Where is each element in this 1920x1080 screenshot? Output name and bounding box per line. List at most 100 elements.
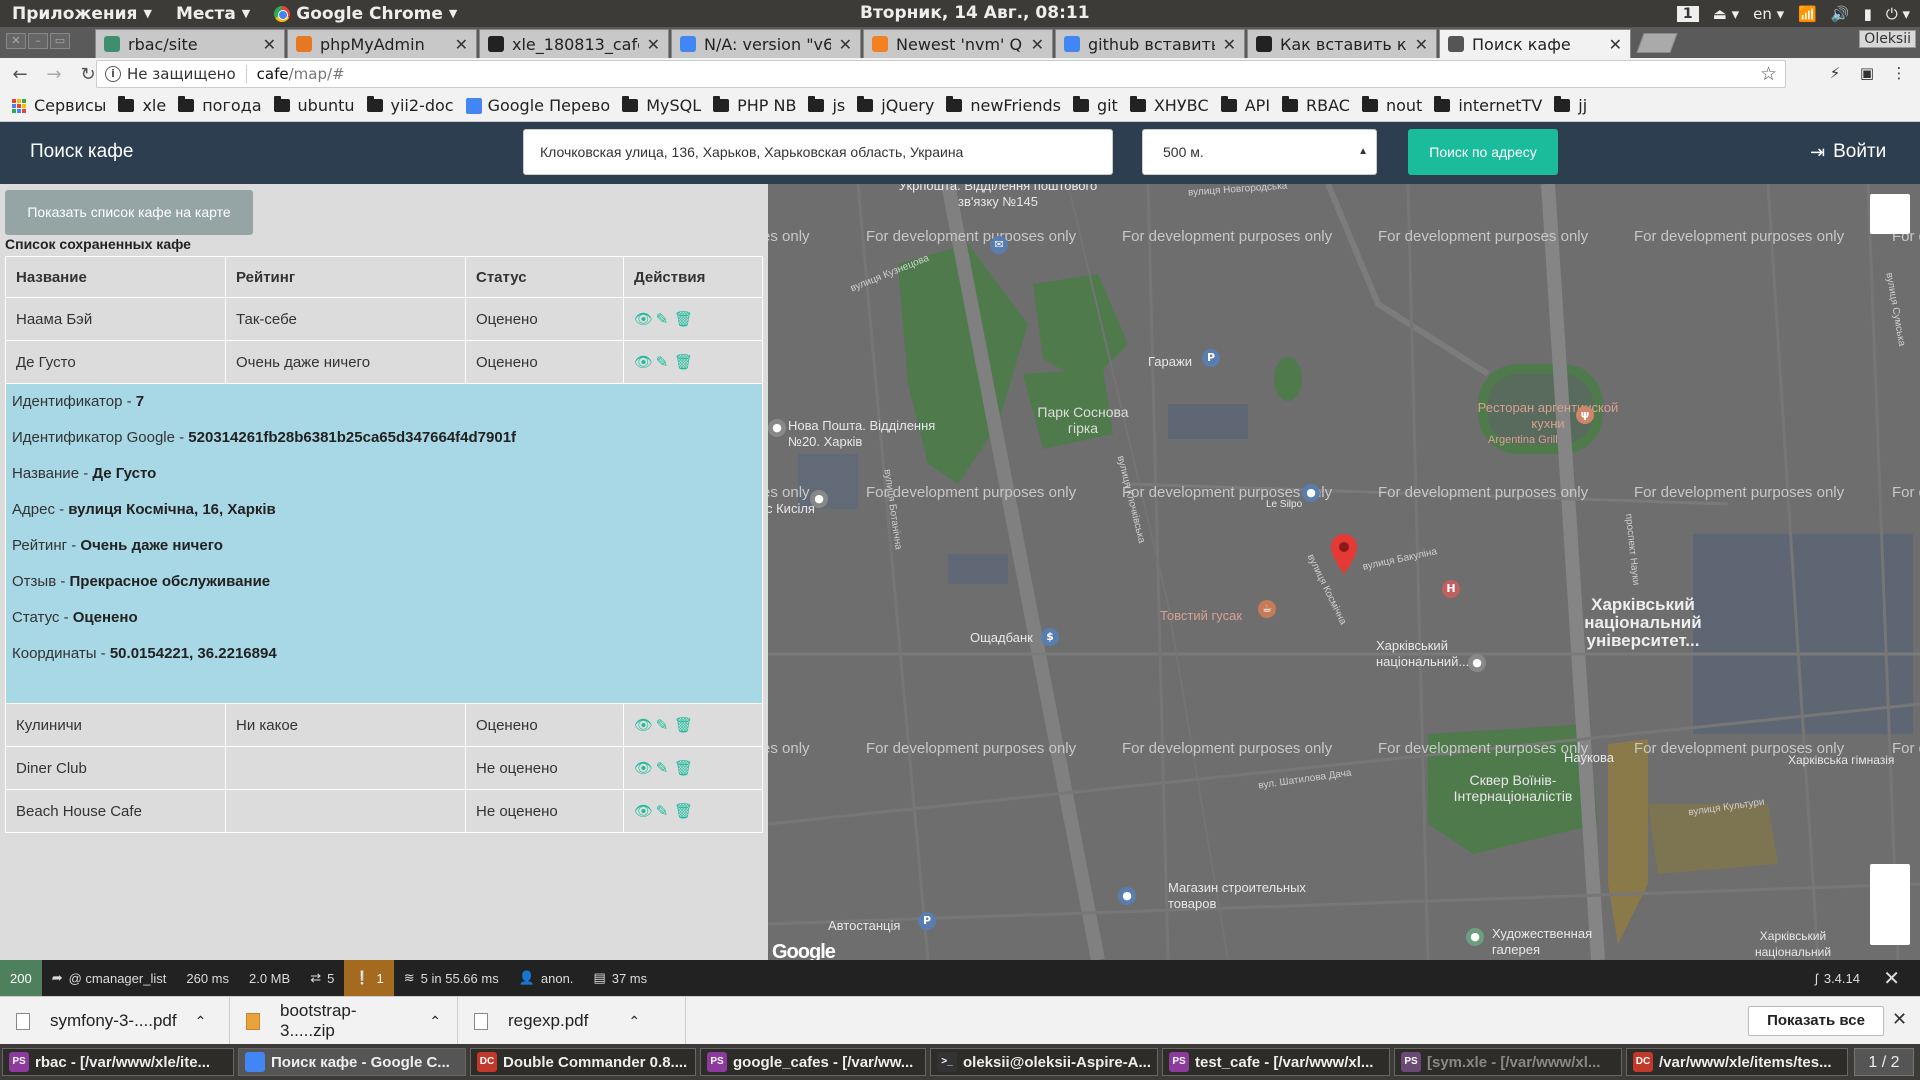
bookmark-folder[interactable]: PHP NB — [713, 96, 796, 115]
close-window-icon[interactable]: ✕ — [6, 33, 26, 49]
bank-icon[interactable]: $ — [1041, 628, 1059, 646]
bookmark-folder[interactable]: ХНУВС — [1129, 96, 1209, 115]
bookmark-star-icon[interactable]: ☆ — [1760, 63, 1777, 85]
forward-arrow-icon[interactable]: → — [40, 64, 68, 85]
delete-trash-icon[interactable]: 🗑 — [674, 759, 693, 777]
chevron-up-icon[interactable]: ⌃ — [195, 1013, 207, 1030]
bookmark-folder[interactable]: jj — [1554, 96, 1587, 115]
browser-tab[interactable]: rbac/site ✕ — [95, 29, 285, 58]
post-office-icon[interactable]: ✉ — [990, 236, 1008, 254]
taskbar-window-button[interactable]: PS rbac - [/var/www/xle/ite... — [2, 1048, 234, 1076]
workspace-indicator[interactable]: 1 — [1676, 5, 1699, 22]
twig-info[interactable]: ▤ 37 ms — [583, 960, 657, 996]
bookmark-folder[interactable]: yii2-doc — [366, 96, 454, 115]
battery-icon[interactable]: ▮ — [1864, 5, 1872, 23]
taskbar-window-button[interactable]: DC/var/www/xle/items/tes... — [1626, 1048, 1848, 1076]
bookmark-folder[interactable]: xle — [118, 96, 166, 115]
taskbar-window-button[interactable]: PS [sym.xle - [/var/www/xl... — [1394, 1048, 1622, 1076]
table-row[interactable]: Де Густо Очень даже ничего Оценено 👁 ✎ 🗑 — [5, 340, 763, 384]
kebab-menu-icon[interactable]: ⋮ — [1890, 64, 1908, 82]
bookmark-folder[interactable]: js — [808, 96, 845, 115]
delete-trash-icon[interactable]: 🗑 — [674, 310, 693, 328]
tab-close-icon[interactable]: ✕ — [263, 35, 276, 54]
table-row[interactable]: Beach House Cafe Не оценено 👁 ✎ 🗑 — [5, 789, 763, 833]
delete-trash-icon[interactable]: 🗑 — [674, 353, 693, 371]
bookmark-folder[interactable]: newFriends — [946, 96, 1061, 115]
view-eye-icon[interactable]: 👁 — [634, 310, 653, 328]
view-eye-icon[interactable]: 👁 — [634, 353, 653, 371]
bookmark-folder[interactable]: API — [1220, 96, 1270, 115]
volume-icon[interactable]: 🔊 — [1831, 5, 1850, 23]
table-row[interactable]: Кулиничи Ни какое Оценено 👁 ✎ 🗑 — [5, 703, 763, 747]
edit-pencil-icon[interactable]: ✎ — [654, 716, 670, 734]
user-info[interactable]: 👤 anon. — [509, 960, 584, 996]
browser-tab[interactable]: phpMyAdmin ✕ — [287, 29, 477, 58]
bookmark-folder[interactable]: RBAC — [1282, 96, 1350, 115]
google-map[interactable]: es only For development purposes only Fo… — [768, 184, 1920, 960]
browser-tab[interactable]: Как вставить карт ✕ — [1247, 29, 1437, 58]
taskbar-window-button[interactable]: Поиск кафе - Google C... — [238, 1048, 466, 1076]
selected-cafe-marker[interactable] — [1331, 534, 1357, 574]
login-link[interactable]: ⇥ Войти — [1810, 141, 1886, 163]
keyboard-layout[interactable]: en ▾ — [1753, 5, 1784, 23]
close-icon[interactable]: ✕ — [1892, 1009, 1907, 1030]
tab-close-icon[interactable]: ✕ — [1223, 35, 1236, 54]
browser-tab[interactable]: Newest 'nvm' Que ✕ — [863, 29, 1053, 58]
location-pin-icon[interactable]: ● — [768, 419, 786, 437]
view-eye-icon[interactable]: 👁 — [634, 716, 653, 734]
bookmark-folder[interactable]: MySQL — [622, 96, 701, 115]
university-icon[interactable]: ● — [1468, 654, 1486, 672]
edit-pencil-icon[interactable]: ✎ — [654, 759, 670, 777]
taskbar-window-button[interactable]: PS google_cafes - [/var/ww... — [700, 1048, 926, 1076]
tab-close-icon[interactable]: ✕ — [1415, 35, 1428, 54]
info-icon[interactable]: i — [105, 66, 121, 82]
download-item[interactable]: regexp.pdf ⌃ — [458, 997, 686, 1045]
memory-usage[interactable]: 2.0 MB — [239, 960, 300, 996]
radius-select[interactable]: 500 м. ▲ — [1142, 129, 1377, 175]
maximize-window-icon[interactable]: ▭ — [50, 33, 70, 49]
tab-close-icon[interactable]: ✕ — [1609, 35, 1622, 54]
browser-tab[interactable]: xle_180813_cafe/f ✕ — [479, 29, 669, 58]
fullscreen-button[interactable] — [1870, 194, 1910, 234]
chevron-up-icon[interactable]: ⌃ — [628, 1013, 640, 1030]
forms-info[interactable]: ⇄ 5 — [300, 960, 344, 996]
parking-icon[interactable]: P — [1202, 349, 1220, 367]
browser-tab[interactable]: Поиск кафе ✕ — [1439, 29, 1631, 58]
extension-icon-2[interactable]: ▣ — [1858, 64, 1876, 82]
site-brand[interactable]: Поиск кафе — [30, 141, 133, 163]
eject-icon[interactable]: ⏏ ▾ — [1713, 5, 1739, 23]
power-icon[interactable]: ⏻ ▾ — [1886, 5, 1910, 23]
taskbar-window-button[interactable]: >_ oleksii@oleksii-Aspire-A... — [930, 1048, 1158, 1076]
workspace-pager[interactable]: 1 / 2 — [1854, 1048, 1914, 1076]
system-clock[interactable]: Вторник, 14 Авг., 08:11 — [860, 0, 1090, 27]
edit-pencil-icon[interactable]: ✎ — [654, 353, 670, 371]
bookmark-folder[interactable]: ubuntu — [273, 96, 355, 115]
browser-tab[interactable]: N/A: version "v6.0 ✕ — [671, 29, 861, 58]
bookmark-apps[interactable]: Сервисы — [12, 96, 106, 115]
tab-close-icon[interactable]: ✕ — [647, 35, 660, 54]
search-by-address-button[interactable]: Поиск по адресу — [1408, 129, 1558, 175]
address-bar[interactable]: i Не защищено cafe/map/# ☆ — [96, 60, 1786, 88]
status-code-badge[interactable]: 200 — [0, 960, 42, 996]
parking-icon-2[interactable]: P — [918, 912, 936, 930]
hospital-icon[interactable]: H — [1442, 580, 1460, 598]
taskbar-window-button[interactable]: DC Double Commander 0.8.... — [470, 1048, 696, 1076]
taskbar-window-button[interactable]: PS test_cafe - [/var/www/xl... — [1162, 1048, 1390, 1076]
route-info[interactable]: ➦ @ cmanager_list — [42, 960, 177, 996]
warnings-info[interactable]: ❕ 1 — [344, 960, 394, 996]
store-icon[interactable]: ● — [1302, 484, 1320, 502]
bookmark-folder[interactable]: git — [1072, 96, 1118, 115]
wifi-icon[interactable]: 📶 — [1798, 5, 1817, 23]
profile-badge[interactable]: Oleksii — [1859, 30, 1916, 48]
edit-pencil-icon[interactable]: ✎ — [654, 802, 670, 820]
delete-trash-icon[interactable]: 🗑 — [674, 716, 693, 734]
download-item[interactable]: bootstrap-3.....zip ⌃ — [230, 997, 458, 1045]
view-eye-icon[interactable]: 👁 — [634, 802, 653, 820]
edit-pencil-icon[interactable]: ✎ — [654, 310, 670, 328]
symfony-version[interactable]: ʃ 3.4.14 — [1805, 960, 1870, 996]
view-eye-icon[interactable]: 👁 — [634, 759, 653, 777]
tab-close-icon[interactable]: ✕ — [1031, 35, 1044, 54]
bookmark-folder[interactable]: internetTV — [1434, 96, 1542, 115]
bookmark-folder[interactable]: jQuery — [857, 96, 934, 115]
address-search-input[interactable]: Клочковская улица, 136, Харьков, Харьков… — [523, 129, 1113, 175]
